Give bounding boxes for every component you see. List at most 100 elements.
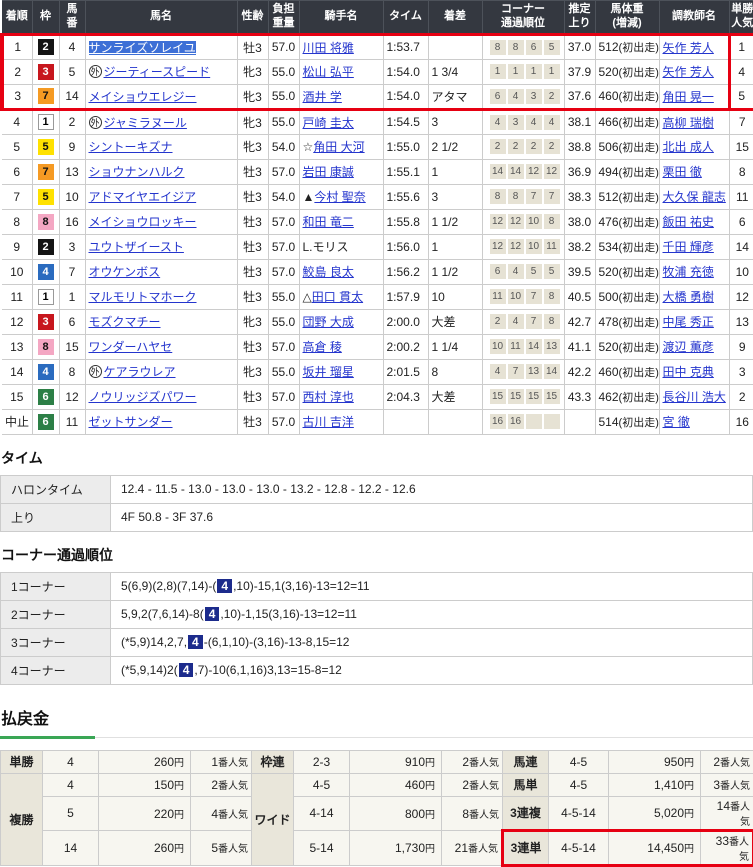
sex-age: 牡3 (237, 384, 268, 409)
horse-weight-cell: 520(初出走) (595, 334, 659, 359)
horse-name-link[interactable]: マルモリトマホーク (89, 290, 197, 304)
trainer-name-link[interactable]: 矢作 芳人 (663, 41, 714, 55)
sex-age: 牝3 (237, 84, 268, 109)
favorite-suffix: 番人気 (469, 758, 499, 769)
horse-name-link[interactable]: メイショウエレジー (89, 90, 197, 104)
jockey-name-link[interactable]: 鮫島 良太 (303, 265, 354, 279)
horse-name-link[interactable]: シントーキズナ (89, 140, 173, 154)
frame-cell: 7 (32, 84, 59, 109)
horse-name-link[interactable]: ゼットサンダー (89, 415, 173, 429)
jockey-cell: ▲今村 聖奈 (299, 184, 383, 209)
jockey-name-link[interactable]: 岩田 康誠 (303, 165, 354, 179)
finish-time: 1:55.1 (383, 159, 428, 184)
win-favorite-rank: 2 (729, 384, 753, 409)
trainer-cell: 千田 輝彦 (659, 234, 729, 259)
corner-order-value: (*5,9)14,2,7,4-(6,1,10)-(3,16)-13-8,15=1… (111, 628, 753, 656)
trainer-name-link[interactable]: 千田 輝彦 (663, 240, 714, 254)
horse-name-link[interactable]: ジーティースピード (104, 65, 211, 79)
horse-name-link[interactable]: ノウリッジズパワー (89, 390, 197, 404)
jockey-name-link[interactable]: 団野 大成 (303, 315, 354, 329)
col-header-horse-weight: 馬体重 (増減) (595, 1, 659, 35)
carried-weight: 55.0 (268, 359, 299, 384)
winner-number-highlight: 4 (179, 663, 194, 677)
horse-name-link[interactable]: メイショウロッキー (89, 215, 197, 229)
trainer-name-link[interactable]: 北出 成人 (663, 140, 714, 154)
horse-name-link[interactable]: ユウトザイースト (89, 240, 184, 254)
jockey-name-link[interactable]: 松山 弘平 (303, 65, 354, 79)
jockey-name-link[interactable]: 田口 貫太 (312, 290, 363, 304)
horse-name-link[interactable]: サンライズソレイユ (89, 41, 196, 55)
jockey-name-link[interactable]: 川田 将雅 (303, 41, 354, 55)
first-run-note: (初出走) (619, 242, 659, 254)
trainer-name-link[interactable]: 高柳 瑞樹 (663, 116, 714, 130)
corner-position-box: 16 (508, 414, 524, 429)
first-run-note: (初出走) (619, 192, 659, 204)
horse-weight-cell: 478(初出走) (595, 309, 659, 334)
horse-name-link[interactable]: ケアラウレア (104, 365, 176, 379)
col-header-corner-order: コーナー 通過順位 (482, 1, 564, 35)
trainer-name-link[interactable]: 渡辺 薫彦 (663, 340, 714, 354)
trainer-name-link[interactable]: 矢作 芳人 (663, 65, 714, 79)
finish-time: 1:57.9 (383, 284, 428, 309)
payout-combination: 4 (43, 773, 99, 796)
trainer-name-link[interactable]: 飯田 祐史 (663, 215, 714, 229)
payout-favorite-rank: 21番人気 (442, 830, 503, 865)
horse-name-link[interactable]: モズクマチー (89, 315, 161, 329)
horse-name-cell: メイショウエレジー (85, 84, 237, 109)
jockey-name-link[interactable]: 戸崎 圭太 (303, 116, 354, 130)
jockey-cell: 高倉 稜 (299, 334, 383, 359)
col-header-jockey: 騎手名 (299, 1, 383, 35)
corner-position-box: 8 (508, 40, 524, 55)
horse-name-link[interactable]: ショウナンハルク (89, 165, 185, 179)
jockey-name-link[interactable]: 和田 竜二 (303, 215, 354, 229)
jockey-name-link[interactable]: 今村 聖奈 (314, 190, 365, 204)
carried-weight: 55.0 (268, 309, 299, 334)
jockey-name-link[interactable]: 酒井 学 (303, 90, 342, 104)
win-favorite-rank: 9 (729, 334, 753, 359)
horse-name-link[interactable]: アドマイヤエイジア (89, 190, 197, 204)
horse-name-cell: サンライズソレイユ (85, 34, 237, 59)
carried-weight: 57.0 (268, 159, 299, 184)
first-run-note: (初出走) (619, 42, 659, 54)
trainer-name-link[interactable]: 中尾 秀正 (663, 315, 714, 329)
trainer-name-link[interactable]: 大橋 勇樹 (663, 290, 714, 304)
corner-position-box: 5 (544, 264, 560, 279)
trainer-name-link[interactable]: 大久保 龍志 (663, 190, 726, 204)
jockey-name-link[interactable]: 角田 大河 (313, 140, 364, 154)
horse-name-link[interactable]: ジャミラヌール (104, 116, 187, 130)
trainer-name-link[interactable]: 宮 徹 (663, 415, 690, 429)
corner-position-box: 11 (544, 239, 560, 254)
col-header-finish-order: 着順 (2, 1, 32, 35)
margin: 3 (428, 184, 482, 209)
frame-cell: 3 (32, 59, 59, 84)
col-header-margin: 着差 (428, 1, 482, 35)
jockey-name-link[interactable]: 西村 淳也 (303, 390, 354, 404)
jockey-name-link[interactable]: 古川 吉洋 (303, 415, 354, 429)
first-run-note: (初出走) (619, 267, 659, 279)
horse-number: 12 (59, 384, 85, 409)
jockey-cell: 和田 竜二 (299, 209, 383, 234)
payout-amount: 5,020円 (609, 796, 701, 830)
win-favorite-rank: 7 (729, 109, 753, 134)
finish-position: 15 (2, 384, 32, 409)
green-accent-bar (0, 736, 95, 739)
result-row: 124サンライズソレイユ牡357.0川田 将雅1:53.7886537.0512… (2, 34, 753, 59)
frame-5-badge: 5 (38, 139, 54, 155)
trainer-cell: 大久保 龍志 (659, 184, 729, 209)
trainer-name-link[interactable]: 田中 克典 (663, 365, 714, 379)
horse-name-link[interactable]: オウケンボス (89, 265, 161, 279)
jockey-name-link[interactable]: 坂井 瑠星 (303, 365, 354, 379)
trainer-name-link[interactable]: 栗田 徹 (663, 165, 702, 179)
jockey-cell: △田口 貫太 (299, 284, 383, 309)
frame-7-badge: 7 (38, 164, 54, 180)
jockey-name-link[interactable]: 高倉 稜 (303, 340, 342, 354)
horse-name-cell: メイショウロッキー (85, 209, 237, 234)
horse-number: 7 (59, 259, 85, 284)
trainer-name-link[interactable]: 長谷川 浩大 (663, 390, 726, 404)
payout-amount: 260円 (99, 750, 191, 773)
corner-position-box: 3 (508, 115, 524, 130)
trainer-name-link[interactable]: 角田 晃一 (663, 90, 714, 104)
trainer-name-link[interactable]: 牧浦 充徳 (663, 265, 714, 279)
horse-name-link[interactable]: ワンダーハヤセ (89, 340, 173, 354)
trainer-cell: 宮 徹 (659, 409, 729, 434)
